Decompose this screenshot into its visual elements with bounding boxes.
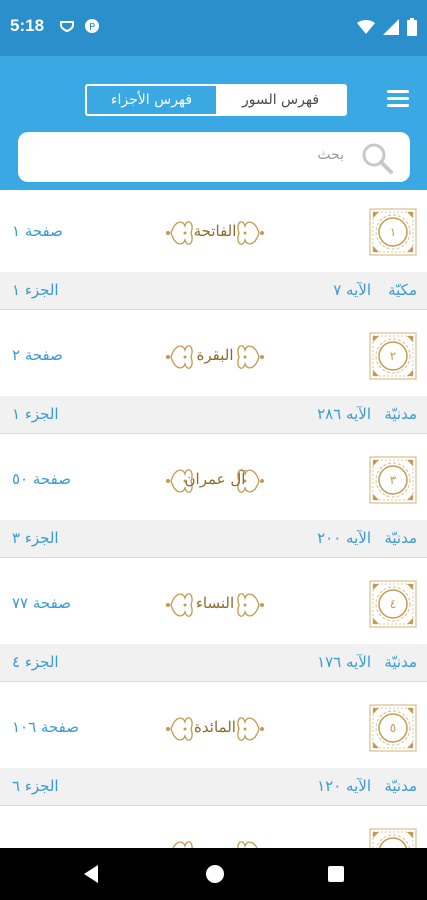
surah-page: صفحة ٧٧ — [12, 594, 71, 612]
surah-number: ٣ — [389, 473, 397, 487]
surah-row-main[interactable]: ٥ المائدة صفحة ١٠٦ — [0, 686, 427, 768]
tab-juz-index[interactable]: فهرس الأجزاء — [87, 86, 216, 114]
surah-juz: الجزء ١ — [12, 405, 59, 423]
surah-page: صفحة ٢ — [12, 346, 63, 364]
surah-revelation-type: مدنيّة — [384, 653, 417, 671]
surah-row-main[interactable]: ٤ النساء صفحة ٧٧ — [0, 562, 427, 644]
pocket-icon — [60, 21, 74, 32]
surah-name: الفاتحة — [193, 222, 237, 240]
surah-list-item[interactable]: ٢ البقرة صفحة ٢ مدنيّة الآيه ٢٨٦ الجزء ١ — [0, 314, 427, 438]
surah-number: ١ — [389, 225, 397, 239]
surah-ayah-count: الآيه ٢٠٠ — [317, 529, 371, 547]
surah-name-frame: البقرة — [165, 338, 265, 376]
surah-row-main[interactable]: ٢ البقرة صفحة ٢ — [0, 314, 427, 396]
surah-row-main[interactable]: ١ الفاتحة صفحة ١ — [0, 190, 427, 272]
surah-row-details: مدنيّة الآيه ١٢٠ الجزء ٦ — [0, 768, 427, 806]
status-bar: 5:18 P — [0, 0, 427, 56]
surah-name-frame: المائدة — [165, 710, 265, 748]
status-left-icons: P — [60, 18, 100, 34]
surah-row-details: مدنيّة الآيه ١٧٦ الجزء ٤ — [0, 644, 427, 682]
surah-revelation-type: مدنيّة — [384, 777, 417, 795]
search-icon[interactable] — [360, 141, 394, 175]
surah-revelation-type: مكيّة — [388, 281, 417, 299]
menu-icon[interactable] — [387, 90, 409, 108]
tab-surah-index[interactable]: فهرس السور — [216, 86, 345, 114]
home-icon[interactable] — [206, 865, 224, 883]
surah-juz: الجزء ٦ — [12, 777, 59, 795]
wifi-icon — [357, 20, 375, 34]
surah-name: البقرة — [196, 346, 234, 364]
index-tabs: فهرس الأجزاء فهرس السور — [85, 84, 347, 116]
surah-name-frame: الفاتحة — [165, 214, 265, 252]
surah-ayah-count: الآيه ٢٨٦ — [317, 405, 371, 423]
signal-icon — [383, 19, 399, 35]
surah-page: صفحة ٥٠ — [12, 470, 71, 488]
surah-name-frame: آل عمران — [165, 462, 265, 500]
status-time: 5:18 — [10, 16, 45, 35]
surah-list-item[interactable]: ٣ آل عمران صفحة ٥٠ مدنيّة الآيه ٢٠٠ الجز… — [0, 438, 427, 562]
back-icon[interactable] — [82, 864, 100, 884]
recents-icon[interactable] — [328, 866, 344, 882]
surah-name-frame — [165, 834, 265, 848]
surah-row-details: مدنيّة الآيه ٢٨٦ الجزء ١ — [0, 396, 427, 434]
nav-bar — [0, 848, 427, 900]
surah-list-item[interactable]: ١ الفاتحة صفحة ١ مكيّة الآيه ٧ الجزء ١ — [0, 190, 427, 314]
svg-text:P: P — [89, 22, 95, 33]
status-right-icons — [357, 18, 417, 36]
surah-name-frame-icon — [172, 841, 258, 848]
surah-name: المائدة — [194, 718, 236, 736]
surah-page: صفحة ١ — [12, 222, 63, 240]
surah-juz: الجزء ٤ — [12, 653, 59, 671]
app-icon: P — [85, 19, 99, 33]
surah-name: آل عمران — [184, 470, 246, 488]
surah-ayah-count: الآيه ٧ — [333, 281, 371, 299]
surah-list-item[interactable]: ٤ النساء صفحة ٧٧ مدنيّة الآيه ١٧٦ الجزء … — [0, 562, 427, 686]
surah-number: ٥ — [389, 721, 397, 735]
surah-list: ١ الفاتحة صفحة ١ مكيّة الآيه ٧ الجزء ١ ٢… — [0, 190, 427, 848]
surah-page: صفحة ١٠٦ — [12, 718, 79, 736]
surah-ayah-count: الآيه ١٢٠ — [317, 777, 371, 795]
surah-list-item[interactable] — [0, 810, 427, 848]
surah-revelation-type: مدنيّة — [384, 405, 417, 423]
surah-number: ٢ — [389, 349, 397, 363]
battery-icon — [407, 18, 417, 36]
search-input[interactable]: بحث — [18, 132, 410, 182]
surah-revelation-type: مدنيّة — [384, 529, 417, 547]
surah-name: النساء — [195, 594, 235, 612]
surah-number: ٤ — [389, 597, 397, 611]
header: فهرس الأجزاء فهرس السور بحث — [0, 56, 427, 190]
surah-row-main[interactable] — [0, 810, 427, 848]
surah-row-details: مكيّة الآيه ٧ الجزء ١ — [0, 272, 427, 310]
surah-number — [369, 828, 417, 848]
surah-ayah-count: الآيه ١٧٦ — [317, 653, 371, 671]
surah-row-main[interactable]: ٣ آل عمران صفحة ٥٠ — [0, 438, 427, 520]
surah-juz: الجزء ٣ — [12, 529, 59, 547]
search-placeholder: بحث — [317, 147, 344, 163]
surah-list-item[interactable]: ٥ المائدة صفحة ١٠٦ مدنيّة الآيه ١٢٠ الجز… — [0, 686, 427, 810]
surah-name-frame: النساء — [165, 586, 265, 624]
surah-juz: الجزء ١ — [12, 281, 59, 299]
surah-row-details: مدنيّة الآيه ٢٠٠ الجزء ٣ — [0, 520, 427, 558]
